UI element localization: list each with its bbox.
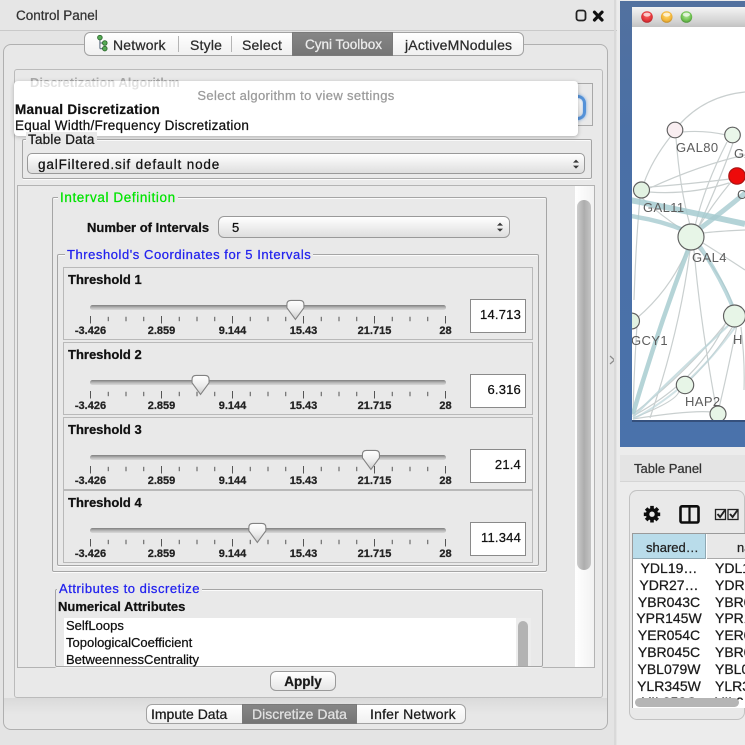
svg-text:GAL4: GAL4 <box>692 250 727 265</box>
svg-text:HAP2: HAP2 <box>685 394 721 409</box>
svg-text:C: C <box>737 187 745 202</box>
svg-text:GAL11: GAL11 <box>643 200 685 215</box>
svg-text:GAL80: GAL80 <box>676 140 718 155</box>
svg-text:GCY1: GCY1 <box>632 333 668 348</box>
svg-text:GA: GA <box>734 146 745 161</box>
svg-text:H: H <box>733 332 743 347</box>
